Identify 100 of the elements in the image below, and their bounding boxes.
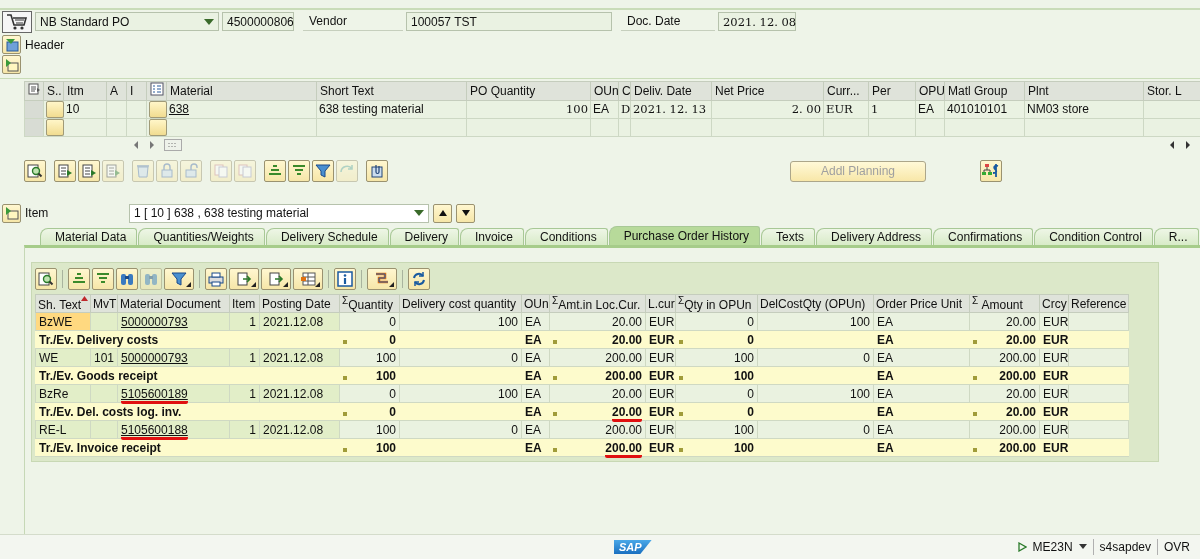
filter-icon[interactable]: [312, 160, 334, 183]
document-type-dropdown[interactable]: NB Standard PO: [35, 12, 219, 32]
table-cell-text: EA: [525, 314, 541, 329]
total-value: 0: [389, 404, 396, 419]
total-value: 20.00: [1005, 404, 1036, 419]
dropdown-caret-icon[interactable]: [1078, 544, 1087, 551]
table-cell-text: EA: [525, 386, 541, 401]
play-icon[interactable]: [1017, 542, 1027, 553]
table-cell-text: EA: [525, 350, 541, 365]
tab[interactable]: Delivery: [389, 228, 459, 246]
insert-mode: OVR: [1164, 540, 1190, 555]
vendor-field[interactable]: 100057 TST: [406, 12, 612, 32]
paperclip-icon[interactable]: [366, 160, 388, 183]
tab[interactable]: Delivery Schedule: [265, 228, 389, 246]
doc-date-field[interactable]: 2021. 12. 08: [718, 12, 796, 32]
tab[interactable]: Texts: [761, 228, 816, 246]
binoculars-icon[interactable]: [116, 268, 138, 291]
total-value: EUR: [649, 440, 675, 455]
tab[interactable]: Condition Control: [1034, 228, 1153, 246]
tab[interactable]: Purchase Order History: [608, 226, 761, 246]
subtotal-label: Tr./Ev. Invoice receipt: [39, 440, 161, 455]
table-cell-text: 100: [849, 386, 870, 401]
total-value: EUR: [1043, 368, 1069, 383]
total-marker-icon: [553, 375, 557, 380]
scroll-right-icon[interactable]: [1184, 139, 1192, 150]
sort-descending-icon[interactable]: [92, 268, 114, 291]
total-value: 100: [733, 440, 754, 455]
total-value: 200.00: [999, 440, 1036, 455]
table-cell-text: EUR: [649, 422, 675, 437]
column-picker-icon[interactable]: [150, 82, 164, 97]
add-row-icon[interactable]: [54, 160, 76, 183]
total-value: 0: [747, 332, 754, 347]
total-marker-icon: [679, 375, 683, 380]
total-value: EUR: [1043, 332, 1069, 347]
next-item-button[interactable]: [456, 203, 475, 223]
table-cell-text: 2021.12.08: [263, 314, 324, 329]
table-cell-text: 0: [389, 386, 396, 401]
table-cell-text: 1: [249, 314, 256, 329]
total-marker-icon: [343, 411, 347, 416]
total-marker-icon: [973, 339, 977, 344]
table-cell-text: 100: [733, 350, 754, 365]
table-cell-text: BzWE: [39, 314, 73, 329]
expand-icon[interactable]: [2, 203, 21, 223]
tab[interactable]: Invoice: [459, 228, 524, 246]
tab[interactable]: Confirmations: [933, 228, 1034, 246]
total-marker-icon: [343, 339, 347, 344]
refresh-icon[interactable]: [408, 268, 430, 291]
tab[interactable]: Quantities/Weights: [138, 228, 265, 246]
magnifier-icon[interactable]: [24, 160, 46, 183]
tab[interactable]: Material Data: [40, 228, 138, 246]
layout-icon[interactable]: [293, 268, 323, 291]
tab[interactable]: R...: [1153, 228, 1199, 246]
item-dropdown[interactable]: 1 [ 10 ] 638 , 638 testing material: [129, 203, 429, 223]
expand-icon[interactable]: [2, 55, 21, 75]
total-value: EA: [877, 368, 894, 383]
po-number-field[interactable]: 4500000806: [222, 12, 294, 32]
column-header[interactable]: Plnt: [1028, 83, 1049, 98]
sort-ascending-icon[interactable]: [264, 160, 286, 183]
export-icon[interactable]: [261, 268, 291, 291]
previous-item-button[interactable]: [433, 203, 452, 223]
magnifier-icon[interactable]: [35, 268, 57, 291]
total-value: EA: [877, 404, 894, 419]
table-cell-text: 2. 00: [791, 102, 821, 117]
collapse-icon[interactable]: [2, 35, 21, 55]
total-marker-icon: [553, 411, 557, 416]
insert-row-icon[interactable]: [78, 160, 100, 183]
table-cell-text: 100: [375, 350, 396, 365]
total-marker-icon: [343, 375, 347, 380]
total-value: EA: [877, 332, 894, 347]
total-value: EA: [877, 440, 894, 455]
table-cell-text: WE: [39, 350, 59, 365]
table-settings-icon[interactable]: [28, 83, 41, 96]
tab[interactable]: Conditions: [524, 228, 608, 246]
column-header[interactable]: I: [130, 83, 134, 98]
subtotal-label: Tr./Ev. Goods receipt: [39, 368, 158, 383]
table-cell-text: 100: [849, 314, 870, 329]
hierarchy-dollar-icon[interactable]: [980, 160, 1002, 183]
scroll-left-icon[interactable]: [1168, 139, 1176, 150]
filter-icon[interactable]: [164, 268, 194, 291]
scroll-thumb-icon[interactable]: [164, 138, 182, 151]
table-cell-text: EUR: [1043, 314, 1069, 329]
print-icon[interactable]: [205, 268, 227, 291]
total-marker-icon: [553, 339, 557, 344]
sort-descending-icon[interactable]: [288, 160, 310, 183]
tab[interactable]: Delivery Address: [816, 228, 933, 246]
table-cell-text: 0: [863, 422, 870, 437]
total-value: 0: [747, 404, 754, 419]
total-value: 100: [733, 368, 754, 383]
table-cell-text: 20.00: [611, 314, 642, 329]
info-icon[interactable]: [334, 268, 356, 291]
total-marker-icon: [343, 447, 347, 452]
total-marker-icon: [679, 339, 683, 344]
sort-ascending-icon[interactable]: [68, 268, 90, 291]
sort-indicator-icon: [81, 295, 89, 301]
material-link[interactable]: 638: [169, 102, 190, 117]
subtotal-label: Tr./Ev. Delivery costs: [39, 332, 159, 347]
table-cell-text: 100: [497, 386, 518, 401]
table-cell-text: 1: [249, 386, 256, 401]
cart-icon[interactable]: [2, 10, 32, 33]
total-value: EUR: [649, 368, 675, 383]
